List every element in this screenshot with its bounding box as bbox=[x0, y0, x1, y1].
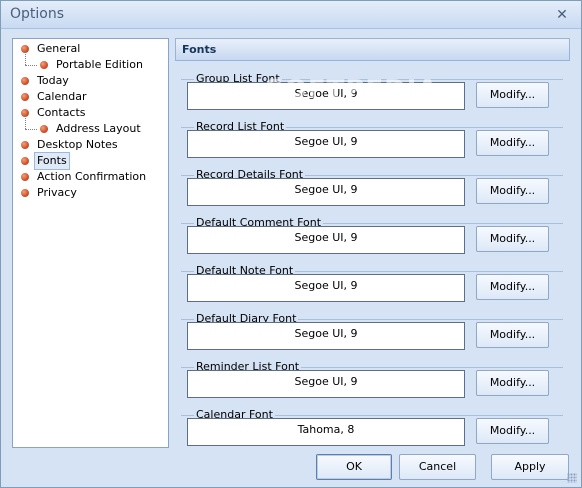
tree-item-label: Today bbox=[37, 74, 69, 87]
bullet-icon bbox=[40, 61, 48, 69]
title-bar[interactable]: Options ✕ bbox=[1, 1, 581, 29]
modify-button[interactable]: Modify... bbox=[476, 130, 549, 156]
close-icon[interactable]: ✕ bbox=[553, 6, 571, 24]
bullet-icon bbox=[21, 173, 29, 181]
options-dialog: Options ✕ General Portable Edition Today Ca… bbox=[0, 0, 582, 488]
tree-item-label: Contacts bbox=[37, 106, 86, 119]
apply-button[interactable]: Apply bbox=[491, 454, 569, 480]
modify-button[interactable]: Modify... bbox=[476, 418, 549, 444]
tree-item-label: Fonts bbox=[34, 152, 70, 170]
modify-button[interactable]: Modify... bbox=[476, 370, 549, 396]
font-value-field: Tahoma, 8 bbox=[187, 418, 465, 446]
tree-item[interactable]: Portable Edition bbox=[13, 51, 168, 73]
resize-grip-icon[interactable] bbox=[567, 473, 577, 483]
panel-header: Fonts bbox=[175, 38, 570, 61]
tree-item[interactable]: Privacy bbox=[13, 185, 168, 201]
category-tree[interactable]: General Portable Edition Today Calendar Cont… bbox=[12, 38, 169, 448]
tree-item[interactable]: Action Confirmation bbox=[13, 169, 168, 185]
font-value-field: Segoe UI, 9 bbox=[187, 130, 465, 158]
bullet-icon bbox=[21, 189, 29, 197]
modify-button[interactable]: Modify... bbox=[476, 82, 549, 108]
tree-item[interactable]: Calendar bbox=[13, 89, 168, 105]
bullet-icon bbox=[21, 93, 29, 101]
tree-item[interactable]: Today bbox=[13, 73, 168, 89]
font-value-field: Segoe UI, 9 bbox=[187, 370, 465, 398]
font-value-field: Segoe UI, 9 bbox=[187, 178, 465, 206]
tree-item[interactable]: Desktop Notes bbox=[13, 137, 168, 153]
tree-item-label: Action Confirmation bbox=[37, 170, 147, 183]
tree-connector bbox=[25, 129, 37, 130]
window-title: Options bbox=[10, 6, 65, 22]
tree-item-label: Privacy bbox=[37, 186, 77, 199]
tree-item[interactable]: Address Layout bbox=[13, 115, 168, 137]
bullet-icon bbox=[40, 125, 48, 133]
font-value-field: Segoe UI, 9 bbox=[187, 274, 465, 302]
bullet-icon bbox=[21, 157, 29, 165]
tree-item[interactable]: General bbox=[13, 41, 168, 57]
modify-button[interactable]: Modify... bbox=[476, 226, 549, 252]
ok-button[interactable]: OK bbox=[316, 454, 392, 480]
modify-button[interactable]: Modify... bbox=[476, 274, 549, 300]
modify-button[interactable]: Modify... bbox=[476, 178, 549, 204]
tree-connector bbox=[25, 51, 26, 65]
tree-item-label: Calendar bbox=[37, 90, 87, 103]
tree-item-label: Portable Edition bbox=[56, 58, 143, 71]
watermark-text: SOFTPEDIA bbox=[265, 75, 439, 105]
font-value-field: Segoe UI, 9 bbox=[187, 226, 465, 254]
cancel-button[interactable]: Cancel bbox=[399, 454, 476, 480]
tree-connector bbox=[25, 65, 37, 66]
bullet-icon bbox=[21, 77, 29, 85]
font-value-field: Segoe UI, 9 bbox=[187, 322, 465, 350]
tree-item-label: Desktop Notes bbox=[37, 138, 118, 151]
bullet-icon bbox=[21, 141, 29, 149]
tree-item[interactable]: Contacts bbox=[13, 105, 168, 121]
tree-item[interactable]: Fonts bbox=[13, 152, 168, 170]
tree-item-label: General bbox=[37, 42, 81, 55]
modify-button[interactable]: Modify... bbox=[476, 322, 549, 348]
tree-connector bbox=[25, 115, 26, 129]
tree-item-label: Address Layout bbox=[56, 122, 141, 135]
